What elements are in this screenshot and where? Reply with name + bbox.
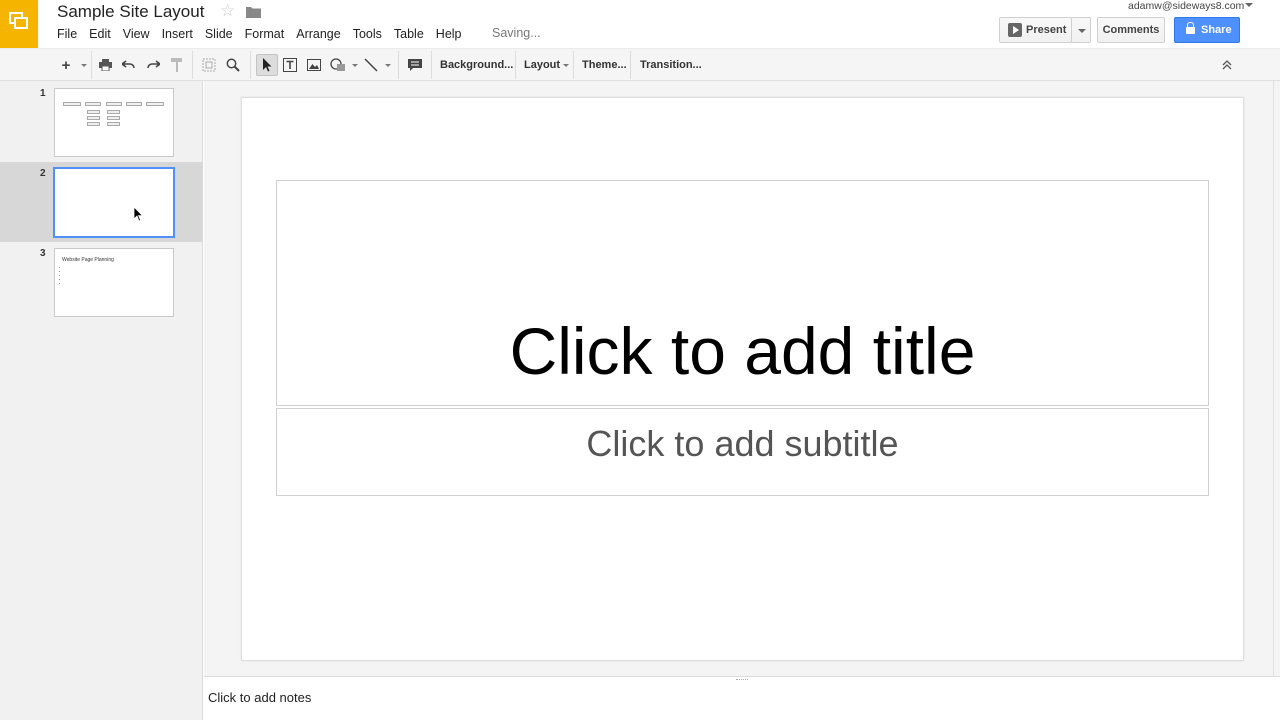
present-button[interactable]: Present [999, 17, 1072, 43]
shape-dropdown[interactable] [348, 54, 358, 76]
menu-tools[interactable]: Tools [347, 25, 388, 43]
subtitle-placeholder-box[interactable]: Click to add subtitle [276, 408, 1209, 496]
chevron-down-icon [1078, 29, 1086, 33]
slide-number: 3 [40, 248, 46, 259]
title-placeholder-box[interactable]: Click to add title [276, 180, 1209, 406]
sitemap-box [107, 110, 120, 114]
menu-slide[interactable]: Slide [199, 25, 239, 43]
share-label: Share [1201, 24, 1232, 36]
title-placeholder-text: Click to add title [509, 314, 976, 388]
present-dropdown-button[interactable] [1071, 17, 1091, 43]
toolbar-divider [515, 51, 516, 79]
sitemap-box [107, 122, 120, 126]
folder-icon[interactable] [246, 5, 261, 23]
thumbnail-title: Website Page Planning [62, 257, 114, 263]
layout-button[interactable]: Layout [524, 55, 570, 75]
image-icon[interactable] [304, 54, 324, 76]
new-slide-dropdown[interactable] [76, 54, 88, 76]
slide-number: 2 [40, 168, 46, 179]
sitemap-box [85, 102, 101, 106]
subtitle-placeholder-text: Click to add subtitle [586, 423, 899, 464]
theme-button[interactable]: Theme... [582, 55, 627, 75]
sitemap-box [63, 102, 81, 106]
menu-file[interactable]: File [51, 25, 83, 43]
menu-format[interactable]: Format [239, 25, 291, 43]
play-icon [1008, 23, 1022, 37]
notes-placeholder: Click to add notes [208, 690, 312, 705]
layout-label: Layout [524, 59, 561, 71]
slide-number: 1 [40, 88, 46, 99]
account-caret-icon[interactable] [1245, 3, 1253, 7]
zoom-icon[interactable] [223, 54, 243, 76]
comments-button[interactable]: Comments [1097, 17, 1165, 43]
chevron-down-icon [384, 63, 391, 67]
slide-thumbnail[interactable] [54, 88, 174, 157]
print-icon[interactable] [95, 54, 115, 76]
sitemap-box [87, 116, 100, 120]
slide-thumbnail[interactable] [53, 167, 175, 238]
select-icon[interactable] [256, 54, 278, 76]
background-button[interactable]: Background... [440, 55, 513, 75]
share-button[interactable]: Share [1174, 17, 1240, 43]
collapse-icon[interactable] [1217, 54, 1237, 76]
slide-canvas-area: Click to add title Click to add subtitle [204, 81, 1280, 676]
sitemap-box [146, 102, 164, 106]
menu-bar: File Edit View Insert Slide Format Arran… [51, 25, 468, 43]
lock-icon [1186, 22, 1195, 34]
toolbar-divider [431, 51, 432, 79]
toolbar-divider [573, 51, 574, 79]
toolbar-divider [192, 51, 193, 79]
sitemap-box [87, 122, 100, 126]
slide-filmstrip: 1 2 3 Website Page Planning ​ ​ ​ [0, 81, 203, 720]
plus-icon[interactable]: + [55, 54, 77, 76]
menu-view[interactable]: View [117, 25, 156, 43]
sitemap-box [106, 102, 122, 106]
zoom-fit-icon[interactable] [199, 54, 219, 76]
slides-logo-icon[interactable] [0, 0, 38, 48]
menu-edit[interactable]: Edit [83, 25, 117, 43]
redo-icon[interactable] [143, 54, 163, 76]
slide-canvas[interactable]: Click to add title Click to add subtitle [241, 97, 1244, 661]
textbox-icon[interactable] [280, 54, 300, 76]
account-email[interactable]: adamw@sideways8.com [1128, 0, 1244, 12]
mouse-cursor-icon [133, 206, 144, 227]
line-icon[interactable] [361, 54, 381, 76]
toolbar: + Background... Layout Theme... Transiti… [0, 48, 1280, 81]
sitemap-box [87, 110, 100, 114]
toolbar-divider [250, 51, 251, 79]
toolbar-divider [398, 51, 399, 79]
comment-icon[interactable] [404, 54, 426, 76]
chevron-down-icon [80, 63, 87, 67]
menu-arrange[interactable]: Arrange [290, 25, 346, 43]
app-header: Sample Site Layout ☆ File Edit View Inse… [0, 0, 1280, 48]
vertical-scrollbar[interactable] [1273, 81, 1280, 676]
chevron-down-icon [351, 63, 358, 67]
undo-icon[interactable] [118, 54, 138, 76]
menu-help[interactable]: Help [430, 25, 468, 43]
present-label: Present [1026, 24, 1067, 36]
sitemap-box [126, 102, 142, 106]
speaker-notes-panel[interactable]: Click to add notes [204, 676, 1280, 720]
slide-thumbnail[interactable]: Website Page Planning ​ ​ ​ ​ ​ [54, 248, 174, 317]
shape-icon[interactable] [328, 54, 348, 76]
toolbar-divider [630, 51, 631, 79]
star-icon[interactable]: ☆ [220, 1, 235, 21]
sitemap-box [107, 116, 120, 120]
toolbar-divider [91, 51, 92, 79]
document-title[interactable]: Sample Site Layout [57, 2, 204, 22]
menu-table[interactable]: Table [388, 25, 430, 43]
thumbnail-bullets: ​ ​ ​ ​ ​ [63, 266, 68, 286]
transition-button[interactable]: Transition... [640, 55, 702, 75]
menu-insert[interactable]: Insert [156, 25, 199, 43]
slide-thumbnail-row[interactable]: 2 [0, 162, 203, 242]
line-dropdown[interactable] [381, 54, 391, 76]
slide-thumbnail-row[interactable]: 3 Website Page Planning ​ ​ ​ ​ ​ [0, 242, 203, 322]
paint-format-icon[interactable] [167, 54, 187, 76]
save-status: Saving... [492, 26, 541, 40]
slide-thumbnail-row[interactable]: 1 [0, 82, 203, 162]
resize-handle[interactable] [736, 679, 748, 681]
chevron-down-icon [563, 63, 570, 67]
